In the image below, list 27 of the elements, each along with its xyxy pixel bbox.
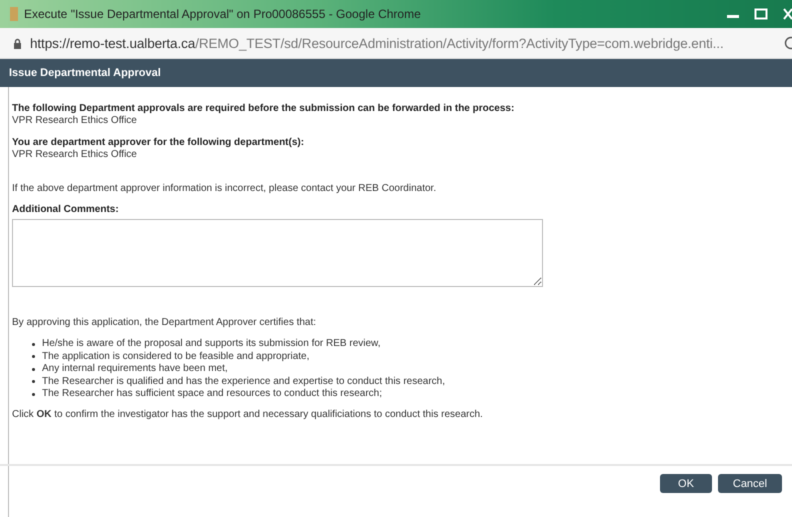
section-heading: The following Department approvals are required before the submission can be forwarded in the process: [12, 103, 516, 115]
certification-item: The application is considered to be feasible and appropriate, [42, 350, 310, 363]
comments-field[interactable] [12, 219, 543, 287]
bullet-icon [32, 368, 35, 371]
bullet-icon [32, 355, 35, 358]
certification-item: He/she is aware of the proposal and supports its submission for REB review, [42, 338, 380, 350]
department-name: VPR Research Ethics Office [12, 115, 138, 127]
bullet-icon [32, 392, 35, 396]
certification-intro: By approving this application, the Department Approver certifies that: [12, 317, 318, 328]
department-name: VPR Research Ethics Office [12, 149, 138, 161]
dialog-title: Issue Departmental Approval [9, 67, 161, 79]
ok-button[interactable]: OK [660, 474, 712, 493]
cancel-button[interactable]: Cancel [718, 474, 782, 493]
certification-item: Any internal requirements have been met, [42, 363, 228, 376]
bullet-icon [32, 380, 35, 384]
notice-text: If the above department approver information is incorrect, please contact your REB Coordinator. [12, 183, 438, 194]
lock-icon [13, 38, 22, 48]
section-heading: You are department approver for the following department(s): [12, 137, 306, 149]
url-text[interactable]: https://remo-test.ualberta.ca/REMO_TEST/sd/ResourceAdministration/Activity/form?ActivityType=com.webridge.enti... [30, 36, 776, 50]
certification-item: The Researcher has sufficient space and resources to conduct this research; [42, 388, 382, 400]
comments-label: Additional Comments: [12, 204, 120, 215]
maximize-icon[interactable] [754, 8, 768, 20]
confirm-text: Click OK to confirm the investigator has the support and necessary qualificiations to conduct this research. [12, 408, 484, 420]
window-title: Execute "Issue Departmental Approval" on Pro00086555 - Google Chrome [24, 7, 421, 21]
bullet-icon [32, 342, 35, 346]
close-icon[interactable] [782, 8, 792, 20]
certification-item: The Researcher is qualified and has the experience and expertise to conduct this research, [42, 376, 446, 388]
